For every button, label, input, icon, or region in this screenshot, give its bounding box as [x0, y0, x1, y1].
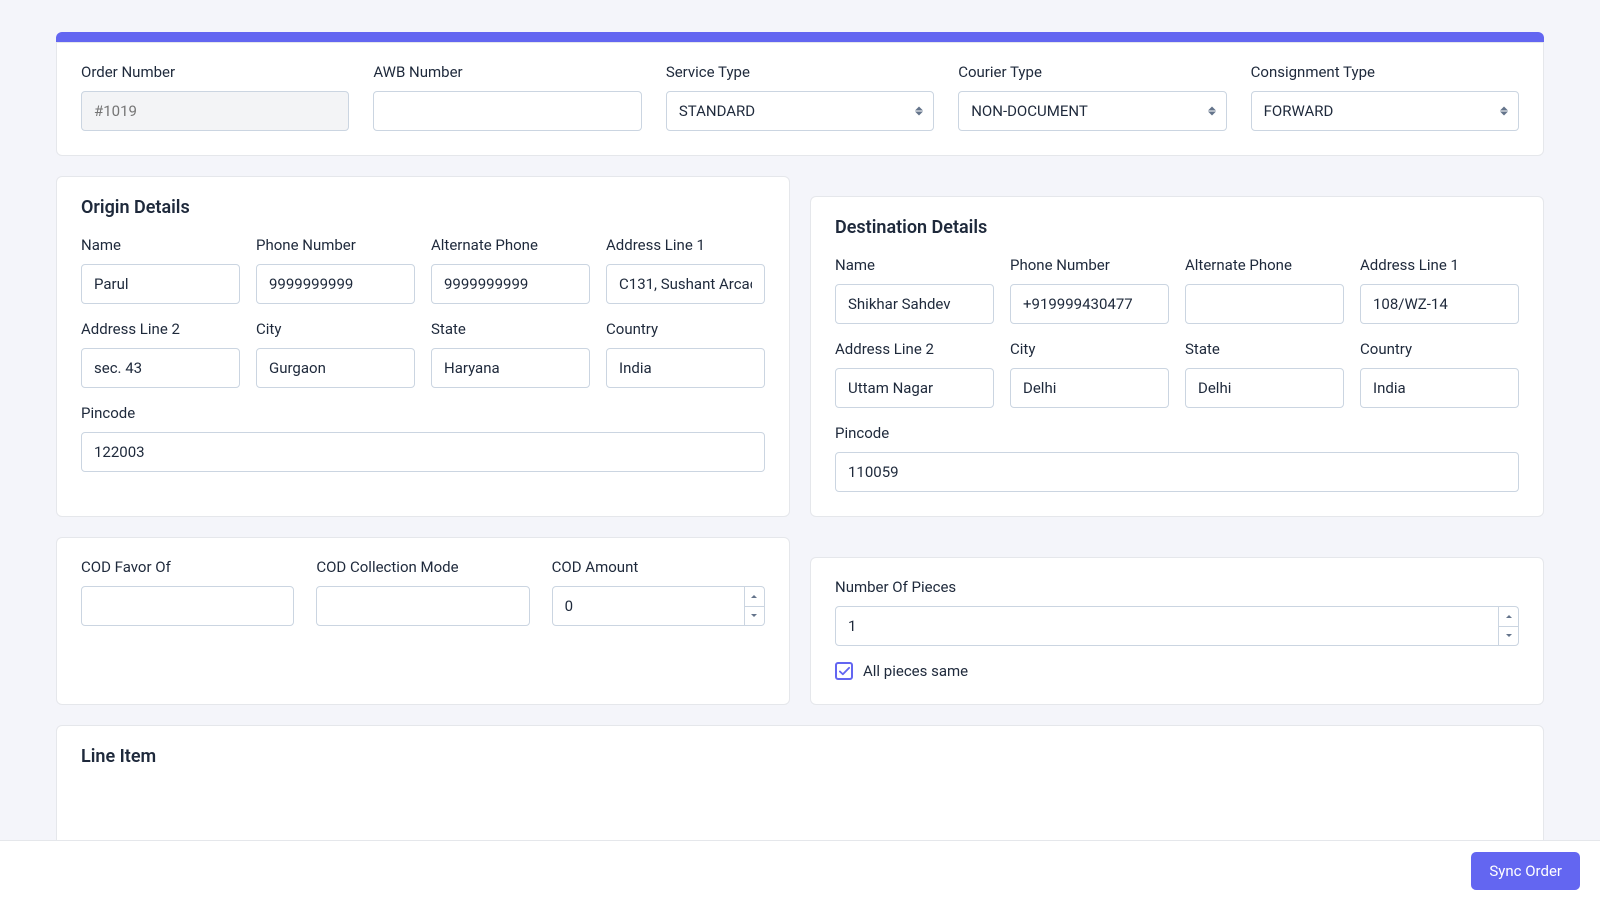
dest-city-input[interactable]	[1010, 368, 1169, 408]
check-icon	[839, 666, 850, 677]
consignment-type-select[interactable]: FORWARD	[1251, 91, 1519, 131]
origin-phone-label: Phone Number	[256, 236, 415, 254]
awb-number-input[interactable]	[373, 91, 641, 131]
dest-phone-label: Phone Number	[1010, 256, 1169, 274]
cod-amount-input[interactable]	[552, 586, 745, 626]
order-number-label: Order Number	[81, 63, 349, 81]
origin-card: Origin Details Name Phone Number Alterna…	[56, 176, 790, 517]
origin-country-input[interactable]	[606, 348, 765, 388]
awb-number-label: AWB Number	[373, 63, 641, 81]
pieces-input[interactable]	[835, 606, 1499, 646]
origin-addr1-label: Address Line 1	[606, 236, 765, 254]
line-item-card: Line Item	[56, 725, 1544, 840]
dest-addr2-label: Address Line 2	[835, 340, 994, 358]
dest-addr1-label: Address Line 1	[1360, 256, 1519, 274]
service-type-select[interactable]: STANDARD	[666, 91, 934, 131]
pieces-label: Number Of Pieces	[835, 578, 1519, 596]
destination-card: Destination Details Name Phone Number Al…	[810, 196, 1544, 517]
origin-country-label: Country	[606, 320, 765, 338]
dest-name-label: Name	[835, 256, 994, 274]
pieces-card: Number Of Pieces All pieces same	[810, 557, 1544, 705]
dest-name-input[interactable]	[835, 284, 994, 324]
line-item-title: Line Item	[81, 746, 1519, 767]
destination-title: Destination Details	[835, 217, 1519, 238]
origin-addr1-input[interactable]	[606, 264, 765, 304]
cod-amount-step-down[interactable]	[744, 606, 765, 627]
dest-country-input[interactable]	[1360, 368, 1519, 408]
origin-altphone-label: Alternate Phone	[431, 236, 590, 254]
pieces-step-up[interactable]	[1498, 606, 1519, 626]
origin-state-input[interactable]	[431, 348, 590, 388]
dest-city-label: City	[1010, 340, 1169, 358]
origin-pincode-label: Pincode	[81, 404, 765, 422]
origin-name-label: Name	[81, 236, 240, 254]
cod-card: COD Favor Of COD Collection Mode COD Amo…	[56, 537, 790, 705]
dest-pincode-label: Pincode	[835, 424, 1519, 442]
origin-title: Origin Details	[81, 197, 765, 218]
origin-state-label: State	[431, 320, 590, 338]
pieces-step-down[interactable]	[1498, 626, 1519, 647]
origin-name-input[interactable]	[81, 264, 240, 304]
origin-addr2-label: Address Line 2	[81, 320, 240, 338]
dest-state-input[interactable]	[1185, 368, 1344, 408]
dest-pincode-input[interactable]	[835, 452, 1519, 492]
dest-addr2-input[interactable]	[835, 368, 994, 408]
cod-amount-label: COD Amount	[552, 558, 765, 576]
cod-amount-step-up[interactable]	[744, 586, 765, 606]
dest-phone-input[interactable]	[1010, 284, 1169, 324]
cod-mode-input[interactable]	[316, 586, 529, 626]
origin-altphone-input[interactable]	[431, 264, 590, 304]
origin-phone-input[interactable]	[256, 264, 415, 304]
dest-altphone-input[interactable]	[1185, 284, 1344, 324]
sync-order-button[interactable]: Sync Order	[1471, 852, 1580, 890]
service-type-label: Service Type	[666, 63, 934, 81]
cod-mode-label: COD Collection Mode	[316, 558, 529, 576]
courier-type-label: Courier Type	[958, 63, 1226, 81]
origin-city-label: City	[256, 320, 415, 338]
header-card: Order Number AWB Number Service Type STA…	[56, 42, 1544, 156]
origin-pincode-input[interactable]	[81, 432, 765, 472]
dest-altphone-label: Alternate Phone	[1185, 256, 1344, 274]
footer-bar: Sync Order	[0, 840, 1600, 900]
all-pieces-same-label: All pieces same	[863, 662, 968, 680]
dest-addr1-input[interactable]	[1360, 284, 1519, 324]
dest-country-label: Country	[1360, 340, 1519, 358]
origin-addr2-input[interactable]	[81, 348, 240, 388]
order-number-input	[81, 91, 349, 131]
cod-favor-input[interactable]	[81, 586, 294, 626]
accent-bar	[56, 32, 1544, 42]
origin-city-input[interactable]	[256, 348, 415, 388]
courier-type-select[interactable]: NON-DOCUMENT	[958, 91, 1226, 131]
consignment-type-label: Consignment Type	[1251, 63, 1519, 81]
cod-favor-label: COD Favor Of	[81, 558, 294, 576]
dest-state-label: State	[1185, 340, 1344, 358]
all-pieces-same-checkbox[interactable]	[835, 662, 853, 680]
